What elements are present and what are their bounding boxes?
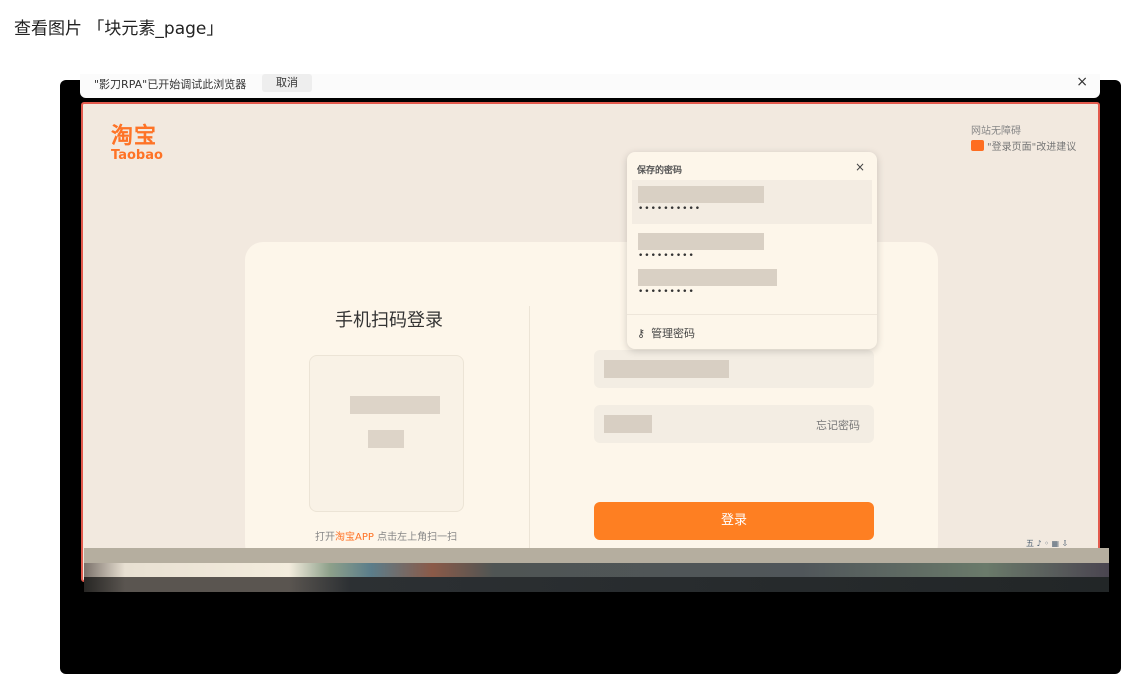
divider — [529, 306, 530, 556]
qr-title: 手机扫码登录 — [335, 310, 443, 331]
saved-passwords-popup: 保存的密码 × •••••••••• ••••••••• ••••••••• ⚷… — [627, 152, 877, 349]
taobao-logo[interactable]: 淘宝 Taobao — [111, 118, 163, 163]
qr-hint: 打开淘宝APP 点击左上角扫一扫 — [315, 528, 457, 543]
masked-password: ••••••••• — [638, 287, 695, 297]
taobao-login-page: 淘宝 Taobao 网站无障碍 "登录页面"改进建议 手机扫码登录 打开淘宝AP… — [81, 102, 1100, 582]
password-input[interactable]: 忘记密码 — [594, 405, 874, 443]
qr-hint-suffix: 点击左上角扫一扫 — [373, 532, 458, 543]
logo-cn: 淘宝 — [111, 124, 158, 149]
feedback-label: "登录页面"改进建议 — [987, 142, 1077, 153]
qr-code — [309, 355, 464, 512]
feedback-link[interactable]: "登录页面"改进建议 — [971, 138, 1076, 153]
masked-password: •••••••••• — [638, 204, 702, 214]
saved-password-entry[interactable]: •••••••••• — [632, 180, 872, 224]
qr-hint-prefix: 打开 — [315, 532, 335, 543]
manage-passwords-button[interactable]: ⚷ 管理密码 — [627, 314, 877, 351]
forgot-password-link[interactable]: 忘记密码 — [816, 417, 860, 433]
pixelated-taskbar — [84, 548, 1109, 593]
debug-message: "影刀RPA"已开始调试此浏览器 — [94, 78, 247, 91]
viewer-title: 查看图片 「块元素_page」 — [14, 19, 224, 39]
cancel-button[interactable]: 取消 — [262, 74, 312, 92]
key-icon: ⚷ — [637, 326, 646, 340]
username-input[interactable] — [594, 350, 874, 388]
close-icon[interactable]: × — [1076, 74, 1088, 90]
manage-passwords-label: 管理密码 — [651, 327, 696, 340]
taobao-app-link[interactable]: 淘宝APP — [335, 532, 374, 543]
close-icon[interactable]: × — [855, 160, 865, 174]
debug-infobar: "影刀RPA"已开始调试此浏览器 取消 × — [80, 74, 1100, 98]
masked-password: ••••••••• — [638, 251, 695, 261]
login-button[interactable]: 登录 — [594, 502, 874, 540]
logo-en: Taobao — [111, 148, 163, 163]
accessibility-link[interactable]: 网站无障碍 — [971, 122, 1021, 137]
chat-icon — [971, 140, 984, 151]
saved-password-entry[interactable]: ••••••••• — [632, 263, 872, 307]
popup-title: 保存的密码 — [637, 166, 683, 176]
